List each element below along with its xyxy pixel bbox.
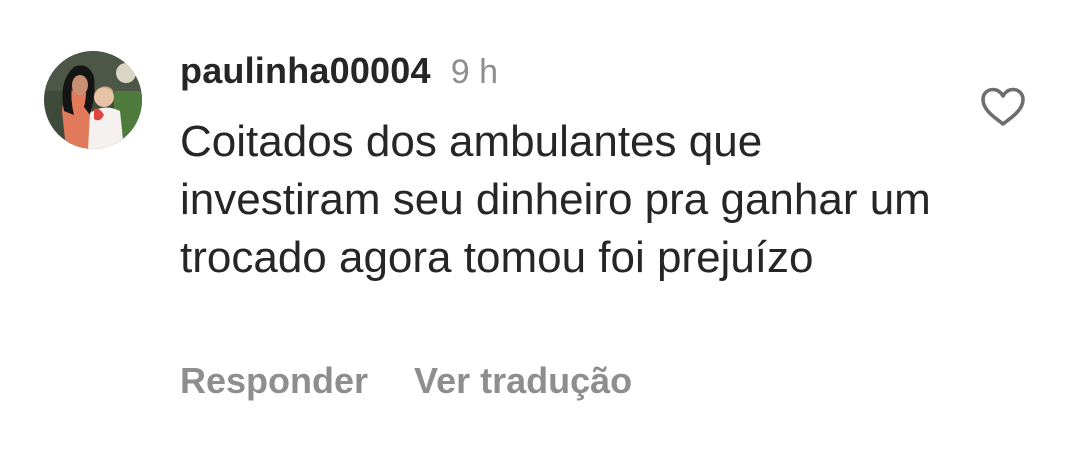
avatar-photo-icon [44,51,142,149]
timestamp: 9 h [450,53,498,91]
heart-outline-icon [981,87,1025,126]
avatar[interactable] [44,51,142,149]
like-button[interactable] [980,86,1026,128]
username[interactable]: paulinha00004 [180,50,431,92]
comment-text: Coitados dos ambulantes que investiram s… [180,117,931,282]
comment-actions: Responder Ver tradução [180,360,632,402]
comment-item: paulinha00004 9 h Coitados dos ambulante… [0,0,1080,464]
translate-button[interactable]: Ver tradução [414,360,632,402]
comment-header: paulinha00004 9 h [180,50,498,96]
reply-button[interactable]: Responder [180,360,368,402]
